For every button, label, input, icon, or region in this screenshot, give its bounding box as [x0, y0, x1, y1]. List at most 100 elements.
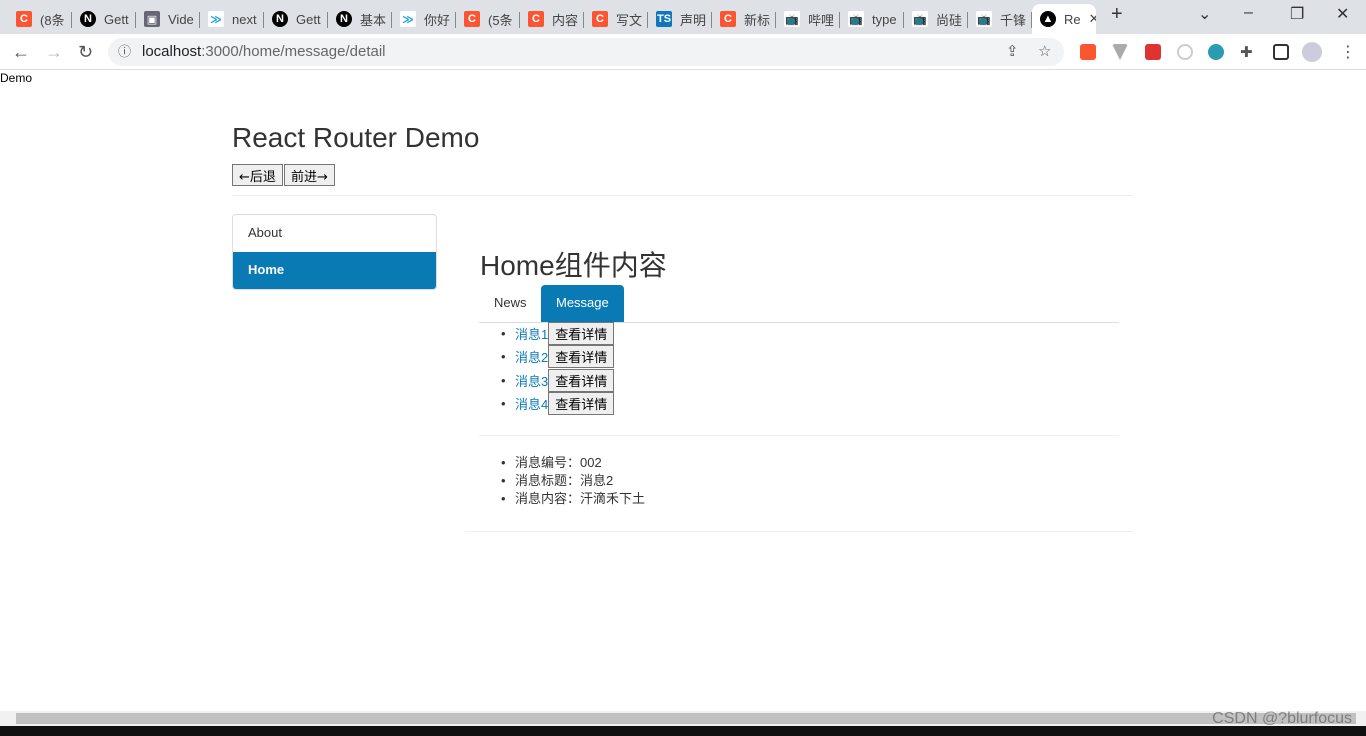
taskbar [0, 726, 1366, 736]
browser-tab[interactable]: C 新标 [712, 4, 776, 34]
extension-icon[interactable] [1208, 44, 1224, 60]
react-app-icon: ▲ [1040, 11, 1056, 27]
browser-tab[interactable]: C 写文 [584, 4, 648, 34]
detail-id: 消息编号：002 [501, 454, 645, 472]
browser-tab[interactable]: TS 声明 [648, 4, 712, 34]
tab-message[interactable]: Message [541, 285, 624, 323]
bilibili-icon: 📺 [848, 11, 864, 27]
sidebar-item-about[interactable]: About [233, 215, 436, 252]
tab-title: (8条 [40, 12, 65, 28]
divider [232, 195, 1133, 196]
csdn-icon: C [528, 11, 544, 27]
list-item: 消息2查看详情 [501, 345, 615, 369]
nextjs-icon: N [272, 11, 288, 27]
message-link[interactable]: 消息3 [515, 371, 548, 390]
tab-title: 哔哩 [808, 12, 835, 28]
browser-tab[interactable]: ≫ next [200, 4, 264, 34]
tab-news[interactable]: News [479, 285, 542, 323]
browser-toolbar: ← → ↻ ⓘ localhost:3000/home/message/deta… [0, 34, 1366, 70]
browser-tab[interactable]: C (5条 [456, 4, 520, 34]
bookmark-star-icon[interactable]: ☆ [1038, 38, 1051, 66]
close-window-icon[interactable]: ✕ [1336, 4, 1349, 24]
tab-title: 新标 [744, 12, 771, 28]
side-panel-icon[interactable] [1273, 44, 1289, 60]
close-tab-icon[interactable]: ✕ [1089, 11, 1096, 27]
url-path: :3000/home/message/detail [201, 43, 386, 60]
csdn-extension-icon[interactable] [1080, 44, 1096, 60]
list-item: 消息3查看详情 [501, 368, 615, 392]
detail-title: 消息标题：消息2 [501, 472, 645, 490]
tab-title: 尚硅 [936, 12, 963, 28]
sidebar-item-home[interactable]: Home [233, 252, 436, 289]
tab-title: 千锋 [1000, 12, 1027, 28]
extension-icon[interactable] [1177, 44, 1193, 60]
csdn-icon: C [592, 11, 608, 27]
tab-title: Gett [104, 11, 129, 27]
browser-tab[interactable]: ▲ Re ✕ [1032, 4, 1096, 34]
tab-title: Re [1064, 11, 1081, 27]
browser-tab[interactable]: N Gett [72, 4, 136, 34]
tab-search-icon[interactable]: ⌄ [1198, 4, 1211, 24]
browser-tab[interactable]: 📺 千锋 [968, 4, 1032, 34]
browser-tab[interactable]: 📺 type [840, 4, 904, 34]
tab-strip: ⌄ – ❐ ✕ + C (8条 N Gett ▣ Vide ≫ next N Gett N 基本 ≫ 你好… [0, 0, 1366, 34]
extension-icon[interactable] [1145, 44, 1161, 60]
browser-tab[interactable]: 📺 尚硅 [904, 4, 968, 34]
message-link[interactable]: 消息2 [515, 347, 548, 366]
divider [479, 435, 1119, 436]
message-link[interactable]: 消息1 [515, 324, 548, 343]
message-link[interactable]: 消息4 [515, 394, 548, 413]
tab-title: 声明 [680, 12, 707, 28]
list-item: 消息1查看详情 [501, 322, 615, 346]
browser-tab[interactable]: ≫ 你好 [392, 4, 456, 34]
view-detail-button[interactable]: 查看详情 [548, 368, 615, 392]
browser-tab[interactable]: 📺 哔哩 [776, 4, 840, 34]
detail-content: 消息内容：汗滴禾下土 [501, 490, 645, 508]
csdn-icon: C [464, 11, 480, 27]
view-detail-button[interactable]: 查看详情 [548, 392, 615, 416]
browser-tab[interactable]: N Gett [264, 4, 328, 34]
film-icon: ▣ [144, 11, 160, 27]
forward-button[interactable]: 前进→ [284, 164, 335, 186]
restore-icon[interactable]: ❐ [1290, 4, 1304, 24]
message-detail: 消息编号：002 消息标题：消息2 消息内容：汗滴禾下土 [501, 454, 645, 508]
csdn-icon: C [720, 11, 736, 27]
browser-tab[interactable]: C 内容 [520, 4, 584, 34]
tab-title: next [232, 11, 257, 27]
tab-title: (5条 [488, 12, 513, 28]
sidebar-nav: About Home [232, 214, 437, 290]
profile-avatar[interactable] [1302, 42, 1322, 62]
tab-title: Gett [296, 11, 321, 27]
tab-title: 内容 [552, 12, 579, 28]
view-detail-button[interactable]: 查看详情 [548, 345, 615, 369]
reload-icon[interactable]: ↻ [78, 42, 93, 63]
chevrons-icon: ≫ [400, 11, 416, 27]
back-icon[interactable]: ← [12, 42, 30, 63]
extensions-puzzle-icon[interactable]: ✚ [1240, 43, 1253, 61]
chevrons-icon: ≫ [208, 11, 224, 27]
scrollbar-thumb[interactable] [16, 713, 1356, 724]
forward-icon[interactable]: → [45, 42, 63, 63]
tab-title: 基本 [360, 12, 387, 28]
horizontal-scrollbar[interactable] [0, 711, 1366, 726]
menu-icon[interactable]: ⋮ [1340, 42, 1356, 62]
browser-tab[interactable]: C (8条 [8, 4, 72, 34]
back-button[interactable]: ←后退 [232, 164, 283, 186]
new-tab-icon[interactable]: + [1111, 3, 1123, 26]
view-detail-button[interactable]: 查看详情 [548, 322, 615, 346]
url-host: localhost [142, 43, 202, 60]
bilibili-icon: 📺 [784, 11, 800, 27]
document-title: Demo [0, 71, 33, 85]
page-title: React Router Demo [232, 122, 480, 153]
tab-title: 你好 [424, 12, 451, 28]
minimize-icon[interactable]: – [1244, 4, 1253, 22]
share-icon[interactable]: ⇪ [1006, 38, 1019, 66]
tab-title: Vide [168, 11, 194, 27]
bilibili-icon: 📺 [976, 11, 992, 27]
vue-devtools-icon[interactable] [1112, 44, 1128, 60]
browser-tab[interactable]: N 基本 [328, 4, 392, 34]
browser-tab[interactable]: ▣ Vide [136, 4, 200, 34]
address-bar[interactable]: ⓘ localhost:3000/home/message/detail ⇪ ☆ [108, 38, 1064, 66]
nextjs-icon: N [336, 11, 352, 27]
info-icon: ⓘ [118, 44, 132, 59]
